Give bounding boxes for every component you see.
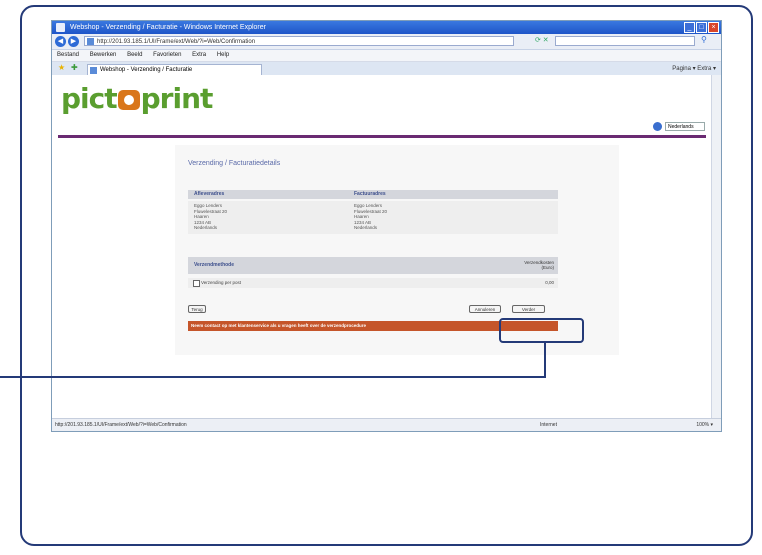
search-icon[interactable]: ⚲: [701, 35, 707, 44]
shipping-option-row[interactable]: Verzending per post 0,00: [188, 278, 558, 288]
refresh-icon[interactable]: ⟳ ✕: [535, 36, 549, 44]
minimize-button[interactable]: _: [684, 22, 695, 33]
address-body: Eggo Lenders Fluwelestraat 20 Haaren 123…: [188, 201, 558, 234]
maximize-button[interactable]: □: [696, 22, 707, 33]
web-page: pict print Nederlands Verzending / Factur…: [52, 75, 721, 420]
menu-edit[interactable]: Bewerken: [90, 52, 117, 58]
menu-bar: Bestand Bewerken Beeld Favorieten Extra …: [52, 50, 721, 62]
invoice-line: Nederlands: [354, 225, 378, 230]
menu-tools[interactable]: Extra: [192, 52, 206, 58]
address-bar: ◀ ▶ http://201.93.185.1/UI/Frame/ext/Web…: [52, 34, 721, 50]
highlight-box: [499, 318, 584, 343]
header-divider: [58, 135, 706, 138]
delivery-line: Nederlands: [194, 225, 218, 230]
tab-label: Webshop - Verzending / Facturatie: [100, 67, 193, 73]
menu-favorites[interactable]: Favorieten: [153, 52, 181, 58]
url-text: http://201.93.185.1/UI/Frame/ext/Web/?i=…: [97, 39, 256, 45]
invoice-address-header: Factuuradres: [354, 191, 386, 197]
window-controls: _ □ ×: [684, 22, 719, 33]
shipping-option-label: Verzending per post: [201, 280, 242, 285]
shipping-header: Verzendmethode Verzendkosten (Euro): [188, 257, 558, 274]
command-bar[interactable]: Pagina ▾ Extra ▾: [672, 63, 716, 75]
ie-icon: [56, 23, 65, 32]
forward-icon[interactable]: ▶: [68, 36, 79, 47]
language-selector[interactable]: Nederlands: [653, 121, 705, 131]
vertical-scrollbar[interactable]: [711, 75, 721, 420]
invoice-address: Eggo Lenders Fluwelestraat 20 Haaren 123…: [354, 203, 387, 231]
pictoprint-logo: pict print: [61, 82, 214, 115]
favorites-star-icon[interactable]: ★: [58, 63, 65, 72]
search-input[interactable]: [555, 36, 695, 46]
notice-text: Neem contact op met klantenservice als u…: [191, 323, 367, 328]
page-title: Verzending / Facturatiedetails: [188, 160, 281, 167]
add-favorite-icon[interactable]: ✚: [71, 63, 78, 72]
close-button[interactable]: ×: [708, 22, 719, 33]
language-select[interactable]: Nederlands: [665, 121, 705, 131]
callout-line-vertical: [544, 343, 546, 378]
shipping-cost-header-line: (Euro): [541, 265, 554, 270]
shipping-option-checkbox[interactable]: [193, 280, 200, 287]
globe-icon: [653, 121, 662, 131]
status-bar: http://201.93.185.1/UI/Frame/ext/Web/?i=…: [52, 418, 721, 431]
back-icon[interactable]: ◀: [55, 36, 66, 47]
url-field[interactable]: http://201.93.185.1/UI/Frame/ext/Web/?i=…: [84, 36, 514, 46]
next-button[interactable]: Verder: [512, 305, 545, 313]
shipping-cost-header: Verzendkosten (Euro): [524, 260, 554, 270]
shipping-method-header: Verzendmethode: [194, 262, 235, 268]
shipping-option-cost: 0,00: [545, 280, 554, 285]
callout-line-horizontal: [0, 376, 546, 378]
menu-file[interactable]: Bestand: [57, 52, 79, 58]
menu-view[interactable]: Beeld: [127, 52, 142, 58]
delivery-address: Eggo Lenders Fluwelestraat 20 Haaren 123…: [194, 203, 227, 231]
status-url: http://201.93.185.1/UI/Frame/ext/Web/?i=…: [55, 422, 187, 428]
logo-text-pict: pict: [61, 82, 118, 115]
delivery-address-header: Afleveradres: [194, 191, 225, 197]
window-title: Webshop - Verzending / Facturatie - Wind…: [70, 24, 266, 31]
menu-help[interactable]: Help: [217, 52, 229, 58]
camera-icon: [117, 90, 140, 110]
cancel-button[interactable]: Annuleren: [469, 305, 501, 313]
page-icon: [87, 38, 94, 45]
logo-text-print: print: [140, 82, 214, 115]
zoom-level[interactable]: 100% ▾: [696, 419, 713, 431]
security-zone: Internet: [540, 422, 557, 428]
title-bar: Webshop - Verzending / Facturatie - Wind…: [52, 21, 721, 34]
address-header: Afleveradres Factuuradres: [188, 190, 558, 199]
tab-page-icon: [90, 67, 97, 74]
browser-window: Webshop - Verzending / Facturatie - Wind…: [51, 20, 722, 432]
back-button[interactable]: Terug: [188, 305, 206, 313]
